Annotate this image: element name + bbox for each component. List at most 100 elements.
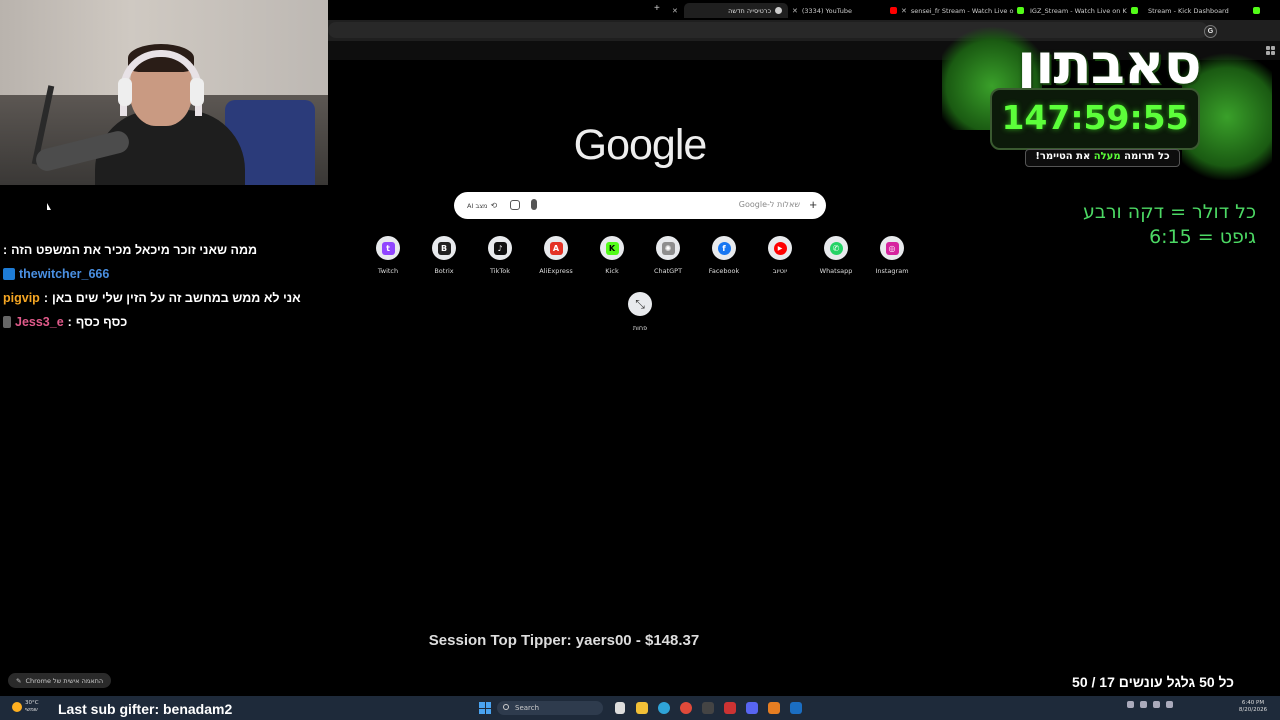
shortcut-label: Whatsapp [819,267,853,275]
mic-icon[interactable] [531,199,537,210]
network-icon[interactable] [1140,701,1147,708]
facebook-icon: f [717,241,731,255]
chat-message: ממה שאני זוכר מיכאל מכיר את המשפט הזה : … [3,240,323,284]
add-icon[interactable]: + [809,197,817,213]
weather-widget[interactable]: 30°C שמשי [12,700,39,714]
search-box[interactable]: + שאלות ל-Google AI מצב ⟲ [454,192,826,219]
rate-gift: גיפט = 6:15 [1149,226,1256,248]
taskbar-search-label: Search [515,704,540,712]
donate-note-suffix: את הטיימר! [1035,151,1094,162]
donate-note: כל תרומה מעלה את הטיימר! [1025,151,1180,162]
search-icon [503,704,509,710]
steam-icon[interactable] [790,702,802,714]
search-input[interactable]: שאלות ל-Google [739,200,800,209]
show-less-button[interactable]: ⤡ פחות [618,292,662,332]
chat-username: Jess3_e [15,315,64,329]
pencil-icon: ✎ [16,676,22,685]
shortcut-label: AliExpress [539,267,573,275]
shortcut-whatsapp[interactable]: ✆ Whatsapp [814,236,858,275]
clock-time: 6:40 PM [1241,700,1265,706]
clock-date: 8/20/2026 [1238,707,1268,713]
sword-badge-icon [3,316,11,328]
botrix-icon: B [437,241,451,255]
close-icon[interactable]: ✕ [792,7,798,15]
twitch-icon: t [381,241,395,255]
windows-start-icon[interactable] [479,702,491,714]
shortcut-label: יוטיוב [772,267,788,275]
tab-close-icon[interactable]: ✕ [672,3,678,18]
headphone-cup-left [118,78,132,106]
mouse-cursor-icon [47,203,51,210]
app-icon[interactable] [724,702,736,714]
weather-desc: שמשי [25,707,38,713]
youtube-icon: ▶ [773,241,787,255]
tab-new-tab[interactable]: כרטיסייה חדשה [684,3,788,18]
customize-label: התאמה אישית של Chrome [25,676,104,685]
shortcut-label: Instagram [875,267,909,275]
shortcut-kick[interactable]: K Kick [590,236,634,275]
shortcut-label: Twitch [377,267,399,275]
shortcut-chatgpt[interactable]: ✺ ChatGPT [646,236,690,275]
shortcut-label: Facebook [708,267,740,275]
shortcut-label: Kick [605,267,619,275]
shortcut-tiktok[interactable]: ♪ TikTok [478,236,522,275]
volume-icon[interactable] [1153,701,1160,708]
tab-label: כרטיסייה חדשה [728,6,771,15]
shortcut-youtube[interactable]: ▶ יוטיוב [758,236,802,275]
chat-username: thewitcher_666 [19,267,110,281]
sun-icon [12,702,22,712]
ai-mode-label: AI מצב [467,201,488,210]
collapse-icon: ⤡ [628,292,652,316]
shortcut-facebook[interactable]: f Facebook [702,236,746,275]
tab-label: (3334) YouTube [801,6,852,15]
chat-separator: : [43,291,48,305]
battery-icon[interactable] [1166,701,1173,708]
shortcuts-grid: t Twitch B Botrix ♪ TikTok A AliExpress … [366,236,914,286]
chat-message-text: ממה שאני זוכר מיכאל מכיר את המשפט הזה [11,243,258,257]
whatsapp-icon: ✆ [829,241,843,255]
close-icon[interactable]: ✕ [901,7,907,15]
chat-message-text: אני לא ממש במחשב זה על הזין שלי שים באן [51,291,301,305]
shortcut-instagram[interactable]: ◎ Instagram [870,236,914,275]
subathon-overlay: סאבתון 147:59:55 כל תרומה מעלה את הטיימר… [932,10,1272,188]
youtube-icon [890,7,897,14]
shortcut-label: Botrix [434,267,454,275]
shortcut-label: ChatGPT [653,267,683,275]
edge-icon[interactable] [658,702,670,714]
file-icon[interactable] [615,702,625,714]
chatgpt-icon: ✺ [661,241,675,255]
chrome-icon [775,7,782,14]
sparkle-search-icon: ⟲ [490,201,498,210]
punishment-wheel-counter: כל 50 גלגל עונשים 17 / 50 [1072,674,1234,690]
chat-message: אני לא ממש במחשב זה על הזין שלי שים באן … [3,288,323,308]
discord-icon[interactable] [746,702,758,714]
taskbar-clock[interactable]: 6:40 PM 8/20/2026 [1233,700,1273,714]
obs-icon[interactable] [702,702,714,714]
chevron-up-icon[interactable] [1127,701,1134,708]
subathon-rates: כל דולר = דקה ורבע גיפט = 6:15 [1060,200,1256,250]
shortcut-aliexpress[interactable]: A AliExpress [534,236,578,275]
taskbar-search[interactable]: Search [497,701,603,715]
kick-icon: K [605,241,619,255]
chat-username: pigvip [3,291,40,305]
rate-dollar: כל דולר = דקה ורבע [1082,201,1256,223]
chat-message: כסף כסף : Jess3_e [3,312,323,332]
new-tab-button[interactable]: + [654,4,660,14]
lens-icon[interactable] [510,200,520,210]
show-less-label: פחות [632,324,648,332]
tiktok-icon: ♪ [493,241,507,255]
folder-icon[interactable] [636,702,648,714]
chat-separator: : [67,315,72,329]
headphone-cup-right [190,78,204,106]
app-icon[interactable] [768,702,780,714]
shortcut-twitch[interactable]: t Twitch [366,236,410,275]
customize-chrome-button[interactable]: התאמה אישית של Chrome ✎ [8,673,112,688]
shortcut-botrix[interactable]: B Botrix [422,236,466,275]
chat-overlay: ממה שאני זוכר מיכאל מכיר את המשפט הזה : … [3,240,323,336]
donate-note-highlight: מעלה [1093,151,1121,162]
session-top-tipper: Session Top Tipper: yaers00 - $148.37 [428,632,700,649]
system-tray[interactable] [1127,701,1173,708]
tab-youtube[interactable]: ✕ (3334) YouTube [792,3,852,18]
ai-mode-button[interactable]: AI מצב ⟲ [463,199,501,212]
chrome-icon[interactable] [680,702,692,714]
